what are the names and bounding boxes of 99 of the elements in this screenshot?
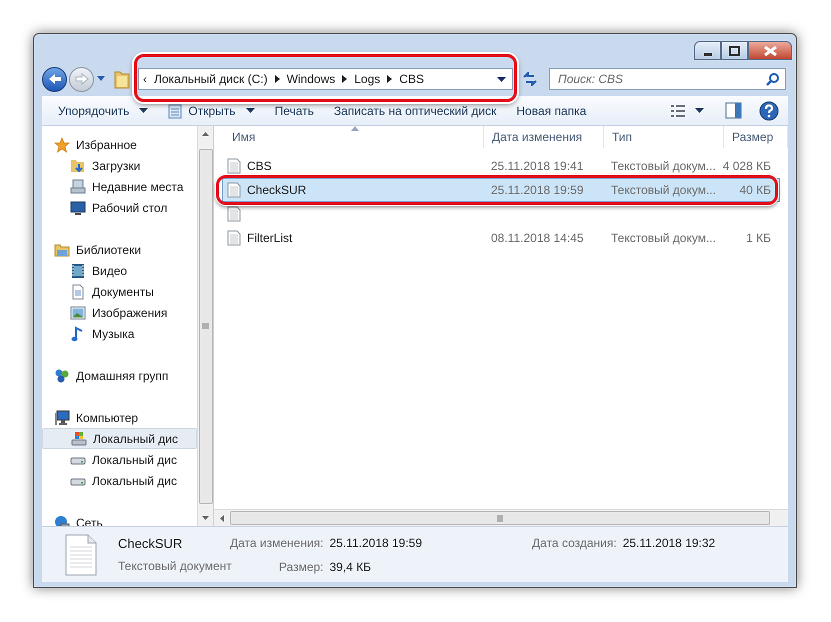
overflow-chevron[interactable]: ‹ bbox=[143, 70, 147, 88]
sidebar-item[interactable]: Компьютер bbox=[42, 407, 197, 428]
refresh-icon bbox=[522, 72, 538, 86]
breadcrumb-arrow-icon bbox=[274, 75, 280, 83]
sidebar-item[interactable]: Музыка bbox=[42, 323, 197, 344]
sidebar-item[interactable]: Библиотеки bbox=[42, 239, 197, 260]
breadcrumb-item[interactable]: Logs bbox=[354, 70, 380, 88]
caret-icon bbox=[246, 108, 255, 113]
organize-menu-button[interactable]: Упорядочить bbox=[48, 100, 158, 122]
horizontal-scrollbar[interactable] bbox=[214, 509, 788, 526]
text-file-icon bbox=[227, 230, 241, 246]
scrollbar-thumb[interactable] bbox=[198, 148, 212, 504]
grip-icon bbox=[496, 514, 504, 522]
sidebar-item[interactable]: Рабочий стол bbox=[42, 197, 197, 218]
homegroup-icon bbox=[54, 368, 70, 384]
caret-icon bbox=[139, 108, 148, 113]
preview-pane-icon bbox=[724, 102, 742, 119]
file-name: CBS bbox=[247, 158, 272, 175]
property-label: Размер: bbox=[278, 558, 324, 576]
back-arrow-icon bbox=[48, 73, 62, 85]
sidebar-item[interactable]: Видео bbox=[42, 260, 197, 281]
recent-places-icon bbox=[70, 178, 86, 194]
file-row[interactable]: CBS 25.11.2018 19:41 Текстовый докум... 4 028 КБ bbox=[222, 154, 780, 178]
sidebar-item[interactable]: Домашняя групп bbox=[42, 365, 197, 386]
address-bar[interactable]: ‹ Локальный диск (C:) Windows Logs CBS bbox=[138, 68, 513, 90]
file-name: CheckSUR bbox=[118, 534, 184, 553]
downloads-folder-icon bbox=[70, 158, 86, 174]
film-icon bbox=[70, 262, 86, 278]
sidebar-item[interactable]: Избранное bbox=[42, 134, 197, 155]
column-header[interactable]: Размер bbox=[724, 126, 788, 148]
vertical-scrollbar[interactable] bbox=[197, 126, 213, 526]
computer-icon bbox=[54, 410, 70, 426]
file-date: 25.11.2018 19:41 bbox=[490, 159, 584, 173]
property-value: 25.11.2018 19:32 bbox=[622, 534, 716, 552]
file-type: Текстовый документ bbox=[118, 558, 230, 576]
sidebar-item[interactable]: Документы bbox=[42, 281, 197, 302]
sort-arrow-icon bbox=[351, 126, 359, 131]
sidebar-item[interactable]: Локальный дис bbox=[42, 449, 197, 470]
property-value: 39,4 КБ bbox=[330, 558, 372, 576]
system-drive-icon bbox=[71, 430, 87, 446]
close-icon bbox=[764, 46, 776, 56]
file-type: Текстовый докум... bbox=[611, 231, 716, 245]
document-icon bbox=[70, 284, 86, 300]
close-button[interactable] bbox=[748, 41, 792, 60]
minimize-button[interactable] bbox=[694, 41, 721, 60]
scrollbar-thumb[interactable] bbox=[230, 511, 770, 525]
toolbar-button[interactable]: Записать на оптический диск bbox=[324, 100, 506, 122]
star-icon bbox=[54, 136, 70, 152]
file-date: 25.11.2018 19:59 bbox=[491, 183, 584, 197]
file-row[interactable]: CheckSUR 25.11.2018 19:59 Текстовый докум... 40 КБ bbox=[222, 178, 780, 202]
file-size: 1 КБ bbox=[746, 231, 771, 245]
property-value: 25.11.2018 19:59 bbox=[330, 534, 422, 552]
property-label: Дата изменения: bbox=[230, 534, 324, 552]
maximize-button[interactable] bbox=[721, 41, 748, 60]
file-type: Текстовый докум... bbox=[611, 183, 716, 197]
file-date: 08.11.2018 14:45 bbox=[491, 231, 584, 245]
sidebar-item[interactable]: Загрузки bbox=[42, 155, 197, 176]
folder-icon bbox=[114, 69, 130, 89]
desktop-icon bbox=[70, 200, 86, 216]
notepad-icon bbox=[168, 102, 182, 118]
sidebar-item[interactable]: Локальный дис bbox=[42, 428, 197, 449]
grip-icon bbox=[202, 323, 209, 329]
toolbar-button[interactable]: Печать bbox=[264, 100, 324, 122]
text-file-icon bbox=[227, 206, 241, 222]
dropdown-caret-icon bbox=[497, 76, 506, 82]
caret-icon bbox=[695, 108, 704, 113]
search-icon bbox=[766, 72, 780, 86]
back-button[interactable] bbox=[42, 66, 67, 92]
list-view-icon bbox=[671, 104, 685, 116]
breadcrumb-arrow-icon bbox=[342, 75, 348, 83]
column-header[interactable]: Тип bbox=[604, 126, 724, 148]
file-size: 40 КБ bbox=[739, 183, 771, 197]
text-file-icon bbox=[227, 158, 241, 174]
forward-arrow-icon bbox=[74, 73, 88, 85]
sidebar-item[interactable]: Локальный дис bbox=[42, 470, 197, 491]
open-button[interactable]: Открыть bbox=[158, 100, 265, 122]
sidebar-item[interactable]: Недавние места bbox=[42, 176, 197, 197]
picture-icon bbox=[70, 304, 86, 320]
search-field[interactable]: Поиск: CBS bbox=[549, 68, 786, 90]
file-name: FilterList bbox=[247, 230, 292, 247]
sidebar-item[interactable]: Изображения bbox=[42, 302, 197, 323]
column-header[interactable]: Дата изменения bbox=[484, 126, 604, 148]
file-size: 4 028 КБ bbox=[722, 159, 771, 173]
property-label: Дата создания: bbox=[531, 534, 617, 552]
file-name: CheckSUR bbox=[247, 182, 306, 199]
file-row[interactable]: FilterList 08.11.2018 14:45 Текстовый докум... 1 КБ bbox=[222, 226, 780, 250]
breadcrumb-arrow-icon bbox=[387, 75, 392, 83]
maximize-icon bbox=[729, 46, 740, 56]
breadcrumb-item[interactable]: Локальный диск (C:) bbox=[154, 70, 268, 88]
minimize-icon bbox=[704, 53, 712, 56]
breadcrumb-item[interactable]: CBS bbox=[399, 70, 424, 88]
help-icon bbox=[759, 100, 779, 120]
caret-icon bbox=[96, 76, 106, 82]
text-file-icon bbox=[227, 182, 241, 198]
toolbar-button[interactable]: Новая папка bbox=[506, 100, 596, 122]
breadcrumb-item[interactable]: Windows bbox=[286, 70, 336, 88]
text-file-icon bbox=[64, 532, 98, 576]
library-folder-icon bbox=[54, 242, 70, 258]
file-type: Текстовый докум... bbox=[610, 159, 716, 173]
